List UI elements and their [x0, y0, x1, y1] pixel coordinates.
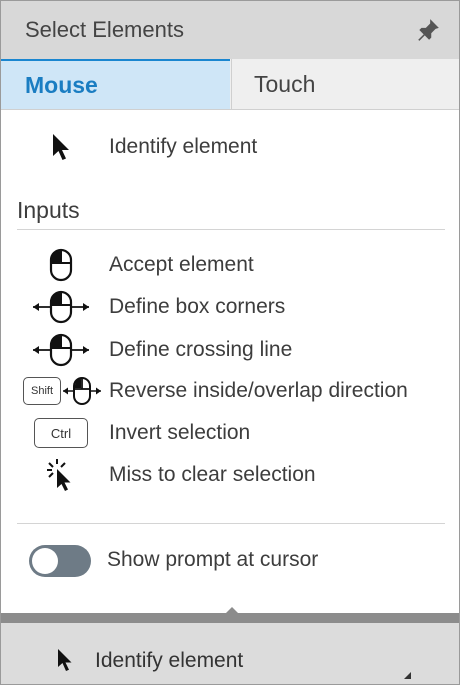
panel-title: Select Elements: [25, 17, 184, 42]
pin-icon[interactable]: [415, 17, 441, 43]
identify-element-label: Identify element: [109, 135, 258, 158]
show-prompt-toggle[interactable]: [29, 545, 91, 577]
shift-key-icon: Shift: [23, 377, 61, 405]
input-item-label: Accept element: [109, 253, 254, 276]
panel-titlebar: Select Elements: [1, 1, 459, 59]
input-item-label: Miss to clear selection: [109, 463, 316, 486]
inputs-divider: [17, 229, 445, 230]
dropdown-corner-indicator[interactable]: [404, 672, 411, 679]
toggle-divider: [17, 523, 445, 524]
inputs-heading: Inputs: [17, 197, 80, 223]
input-item-miss-to-clear: Miss to clear selection: [1, 455, 459, 495]
ctrl-key-icon: Ctrl: [34, 418, 88, 448]
tab-mouse-label: Mouse: [25, 71, 98, 98]
input-mode-tabs: Mouse Touch: [1, 59, 459, 110]
input-item-label: Define crossing line: [109, 338, 293, 361]
mouse-drag-horizontal-icon: [33, 290, 89, 324]
show-prompt-label: Show prompt at cursor: [107, 548, 319, 571]
tab-mouse[interactable]: Mouse: [1, 59, 230, 109]
mouse-left-click-icon: [49, 248, 73, 282]
input-item-accept-element: Accept element: [1, 245, 459, 285]
input-item-invert-selection: Ctrl Invert selection: [1, 413, 459, 453]
tab-touch-label: Touch: [254, 70, 316, 97]
cursor-arrow-icon: [53, 134, 69, 160]
select-elements-panel: Select Elements Mouse Touch Identify ele…: [0, 0, 460, 685]
input-item-define-crossing-line: Define crossing line: [1, 330, 459, 370]
toggle-knob: [32, 548, 58, 574]
input-item-label: Reverse inside/overlap direction: [109, 379, 408, 402]
input-item-define-box-corners: Define box corners: [1, 287, 459, 327]
identify-element-row: Identify element: [1, 127, 459, 167]
cursor-arrow-icon: [58, 649, 72, 671]
footer-tool-label: Identify element: [95, 649, 244, 672]
mouse-drag-horizontal-icon: [63, 377, 101, 405]
input-item-reverse-direction: Shift Reverse inside/overlap direction: [1, 371, 459, 411]
cursor-burst-icon: [47, 459, 71, 491]
input-item-label: Define box corners: [109, 295, 286, 318]
footer-top-border: [1, 613, 459, 623]
tab-touch[interactable]: Touch: [231, 59, 459, 109]
input-item-label: Invert selection: [109, 421, 251, 444]
mouse-drag-horizontal-icon: [33, 333, 89, 367]
